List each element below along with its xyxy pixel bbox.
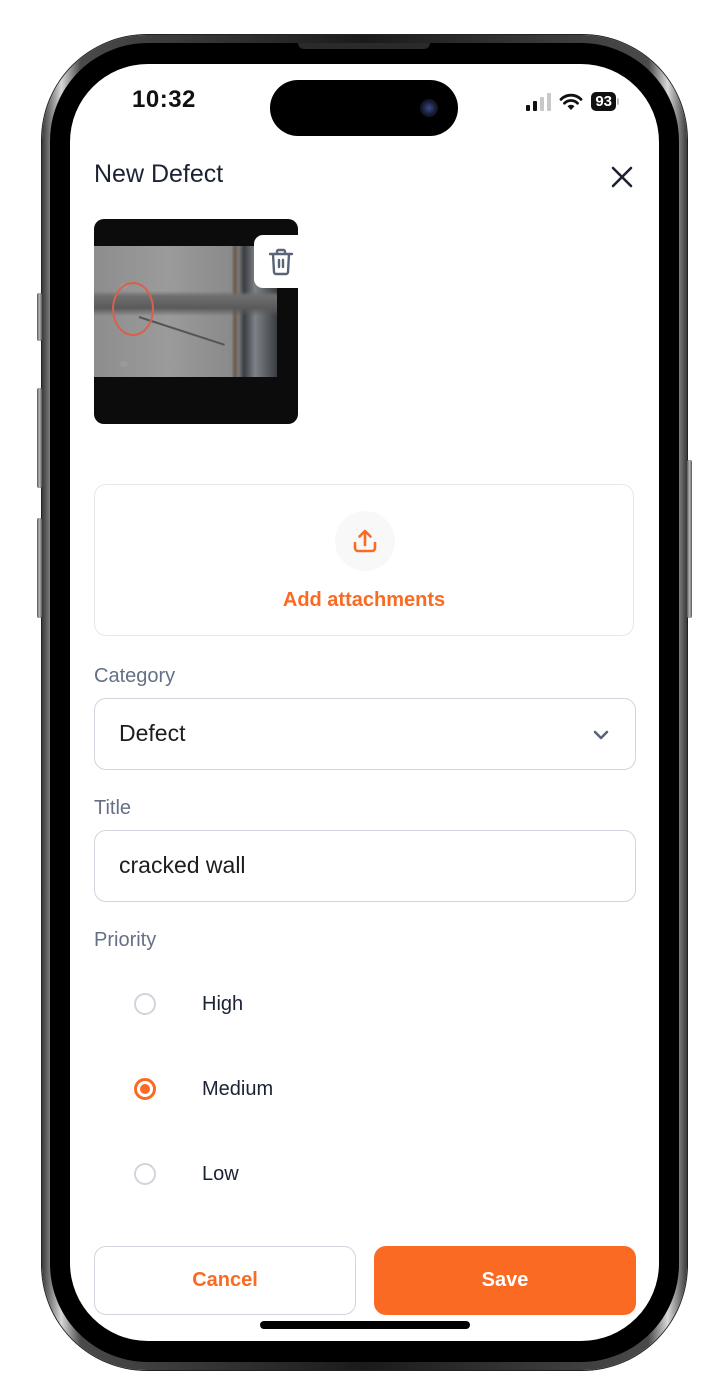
camera-icon: [420, 99, 438, 117]
priority-option-high[interactable]: High: [134, 984, 243, 1024]
priority-option-label: Medium: [202, 1077, 274, 1100]
battery-percent: 93: [591, 92, 616, 111]
wifi-icon: [559, 93, 583, 110]
volume-up-button: [37, 388, 42, 488]
title-value: cracked wall: [119, 852, 246, 878]
upload-icon: [353, 529, 377, 553]
category-label: Category: [94, 665, 176, 687]
action-button: [37, 293, 42, 341]
signal-icon: [526, 92, 552, 111]
upload-icon-container: [335, 511, 395, 571]
priority-option-low[interactable]: Low: [134, 1154, 239, 1194]
save-button[interactable]: Save: [374, 1246, 636, 1315]
priority-option-label: High: [202, 992, 244, 1015]
speaker-grille: [298, 43, 430, 49]
volume-down-button: [37, 518, 42, 618]
dynamic-island: [270, 80, 458, 136]
photo-thumbnail[interactable]: [94, 219, 298, 424]
power-button: [687, 460, 692, 618]
battery-icon: 93: [591, 92, 619, 111]
category-value: Defect: [119, 720, 186, 746]
chevron-down-icon: [593, 730, 609, 740]
priority-option-medium[interactable]: Medium: [134, 1069, 273, 1109]
title-label: Title: [94, 797, 132, 819]
home-indicator[interactable]: [260, 1321, 470, 1329]
page-title: New Defect: [94, 160, 224, 188]
delete-photo-button[interactable]: [254, 235, 298, 288]
close-icon: [611, 166, 633, 188]
cancel-button[interactable]: Cancel: [94, 1246, 356, 1315]
add-attachments-label: Add attachments: [282, 589, 446, 611]
category-select[interactable]: Defect: [94, 698, 636, 770]
add-attachments-button[interactable]: Add attachments: [94, 484, 634, 636]
defect-photo: [94, 246, 277, 377]
trash-icon: [268, 248, 293, 275]
priority-label: Priority: [94, 929, 157, 951]
radio-button[interactable]: [134, 993, 156, 1015]
priority-option-label: Low: [202, 1162, 239, 1185]
screen: 10:32 93 New Defect Add attachments Cate…: [70, 64, 659, 1341]
title-input[interactable]: cracked wall: [94, 830, 636, 902]
defect-marker: [112, 282, 154, 336]
close-button[interactable]: [607, 162, 637, 192]
status-time: 10:32: [132, 86, 196, 113]
radio-button-selected[interactable]: [134, 1078, 156, 1100]
status-indicators: 93: [526, 92, 619, 111]
radio-button[interactable]: [134, 1163, 156, 1185]
